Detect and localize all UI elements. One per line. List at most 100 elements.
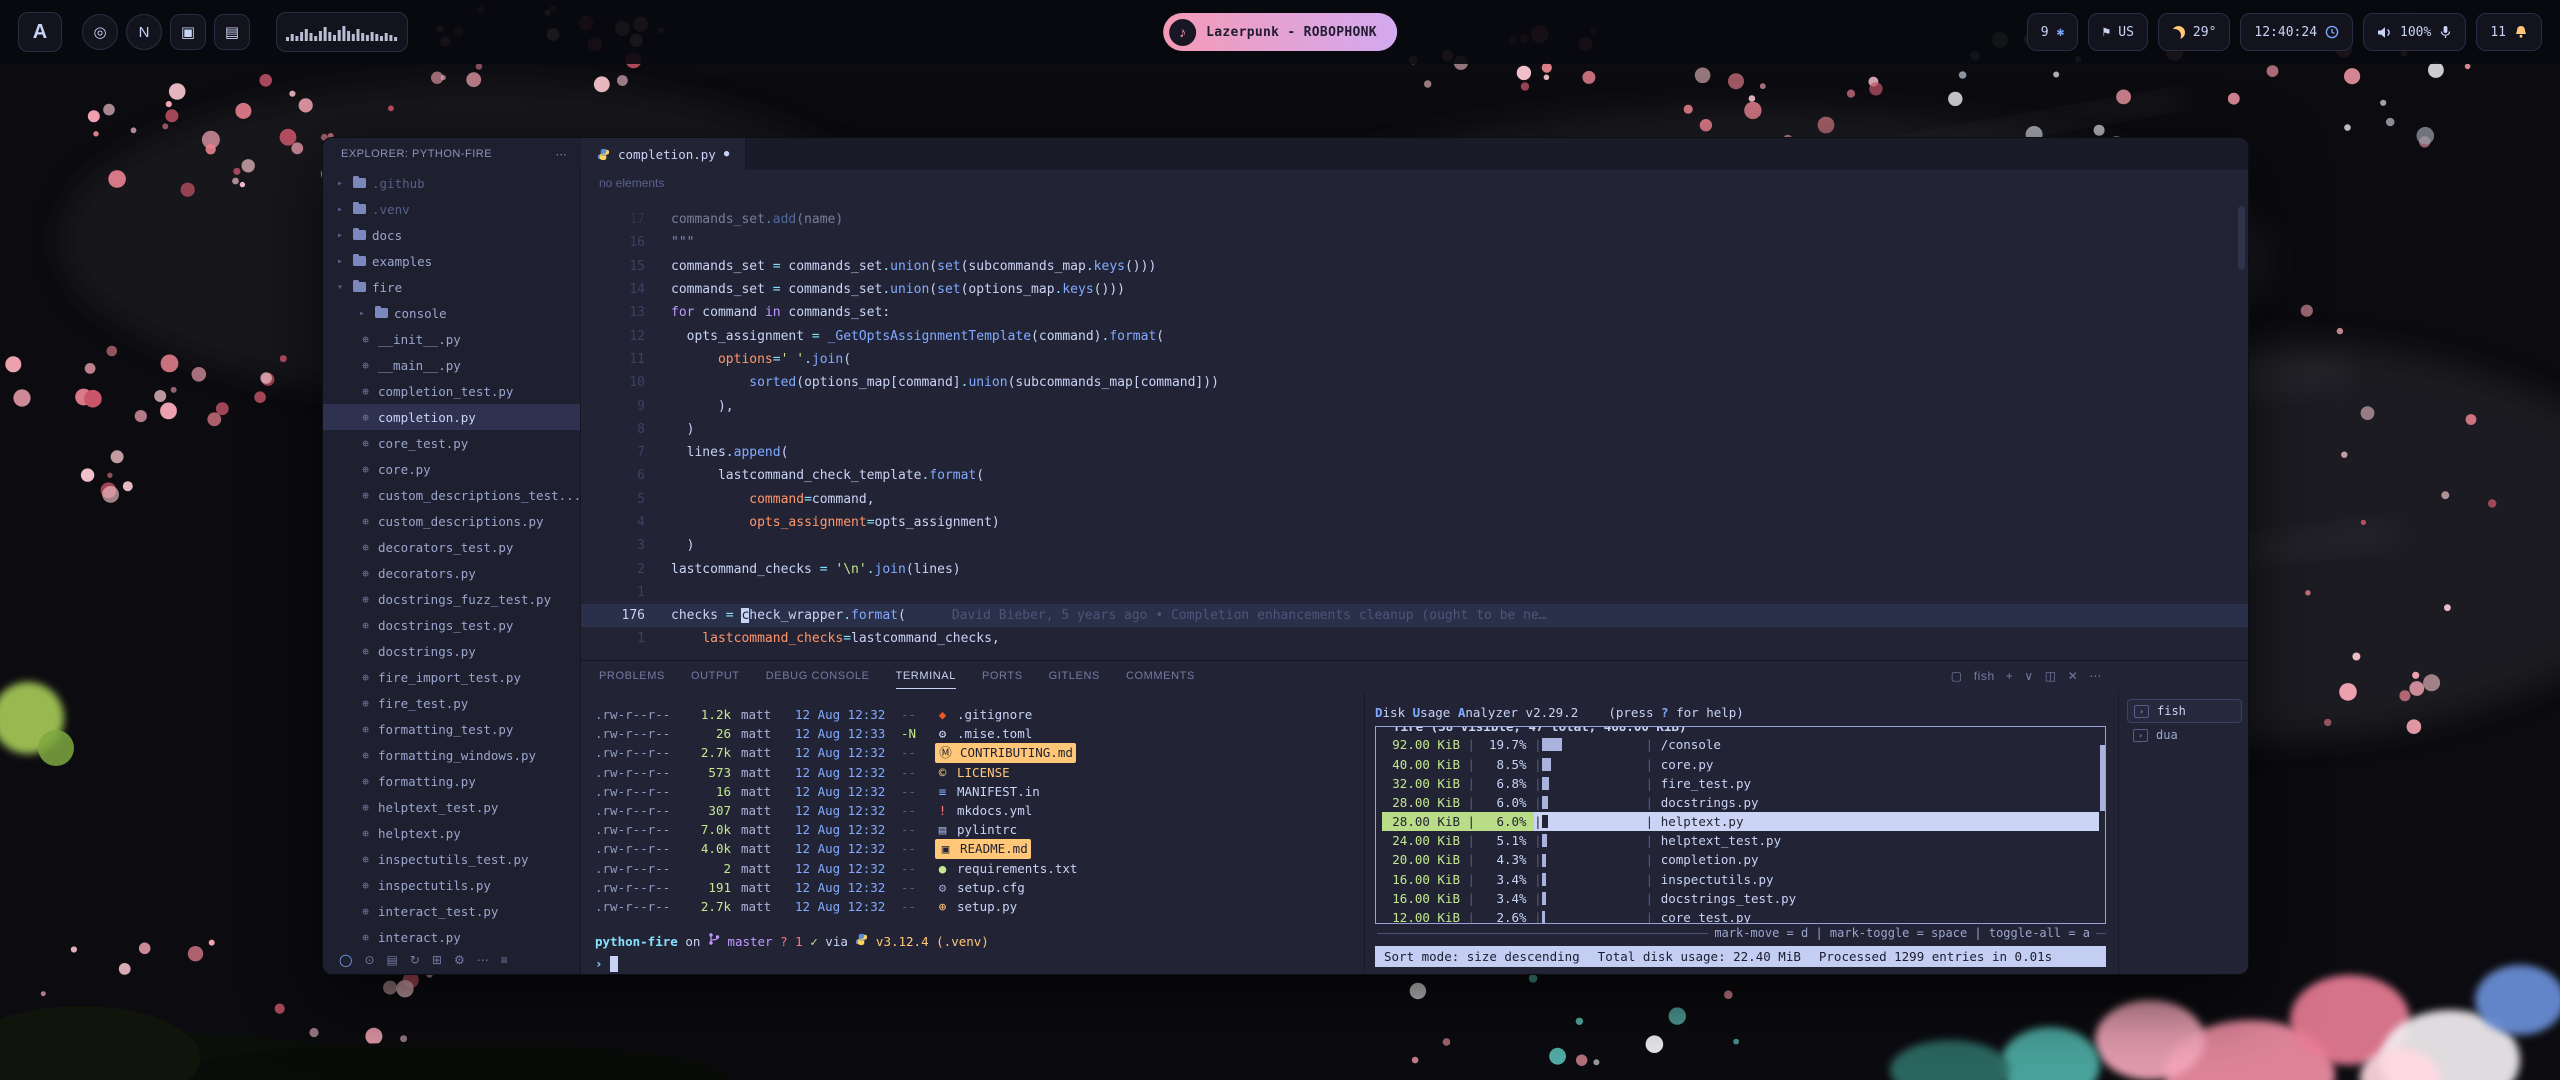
panel-tab-debug-console[interactable]: DEBUG CONSOLE (766, 670, 870, 682)
tree-item-fire[interactable]: ▾fire (323, 274, 580, 300)
tree-item-formatting-py[interactable]: ⊕formatting.py (323, 768, 580, 794)
remote-window-icon[interactable]: ◯ (339, 953, 352, 967)
notifications-widget[interactable]: 11 (2476, 13, 2542, 51)
clock-icon (2325, 25, 2339, 39)
terminal-file-row: .rw-r--r--191matt12 Aug 12:32--⚙setup.cf… (595, 878, 1364, 897)
editor-scrollbar[interactable] (2238, 206, 2245, 270)
dua-row--console[interactable]: 92.00 KiB | 19.7% || /console (1382, 735, 2099, 754)
tree-item--github[interactable]: ▸.github (323, 170, 580, 196)
panel-tab-gitlens[interactable]: GITLENS (1049, 670, 1100, 682)
code-line: 176checks = check_wrapper.format(David B… (581, 604, 2248, 627)
line-number: 1 (581, 585, 645, 600)
split-terminal-icon[interactable]: ◫ (2045, 669, 2057, 683)
python-file-icon: ⊕ (359, 697, 372, 710)
breadcrumb[interactable]: no elements (581, 170, 2248, 196)
files-app-icon[interactable]: ▤ (214, 14, 250, 50)
tree-item-console[interactable]: ▸console (323, 300, 580, 326)
moon-icon (2172, 26, 2185, 39)
tree-item--main-py[interactable]: ⊕__main__.py (323, 352, 580, 378)
tree-item-inspectutils-test-py[interactable]: ⊕inspectutils_test.py (323, 846, 580, 872)
tree-item-custom-descriptions-test-[interactable]: ⊕custom_descriptions_test... (323, 482, 580, 508)
search-icon[interactable]: ⊙ (364, 953, 374, 967)
more-actions-icon[interactable]: ⋯ (2089, 669, 2102, 683)
browser-icon[interactable]: ◎ (82, 14, 118, 50)
tree-item-formatting-test-py[interactable]: ⊕formatting_test.py (323, 716, 580, 742)
tree-item-decorators-py[interactable]: ⊕decorators.py (323, 560, 580, 586)
dua-status-segment: Sort mode: size descending (1384, 947, 1580, 966)
new-terminal-icon[interactable]: + (2006, 669, 2014, 683)
dua-row-completion-py[interactable]: 20.00 KiB | 4.3% || completion.py (1382, 850, 2099, 869)
tree-item-docstrings-py[interactable]: ⊕docstrings.py (323, 638, 580, 664)
tree-item-fire-import-test-py[interactable]: ⊕fire_import_test.py (323, 664, 580, 690)
dua-row-helptext-test-py[interactable]: 24.00 KiB | 5.1% || helptext_test.py (1382, 831, 2099, 850)
panel-tab-terminal[interactable]: TERMINAL (896, 670, 956, 689)
clock-widget[interactable]: 12:40:24 (2240, 13, 2353, 51)
panel-tab-comments[interactable]: COMMENTS (1126, 670, 1195, 682)
explorer-more-icon[interactable]: ⋯ (556, 148, 568, 161)
tree-item-helptext-py[interactable]: ⊕helptext.py (323, 820, 580, 846)
terminal-box-icon[interactable]: ▢ (1951, 669, 1963, 683)
tab-completion-py[interactable]: completion.py ● (581, 138, 746, 170)
tree-item-helptext-test-py[interactable]: ⊕helptext_test.py (323, 794, 580, 820)
tree-item-docstrings-test-py[interactable]: ⊕docstrings_test.py (323, 612, 580, 638)
tree-item--init-py[interactable]: ⊕__init__.py (323, 326, 580, 352)
menu-icon[interactable]: ≡ (501, 953, 508, 967)
tree-item-formatting-windows-py[interactable]: ⊕formatting_windows.py (323, 742, 580, 768)
tree-item-completion-py[interactable]: ⊕completion.py (323, 404, 580, 430)
explorer-icon[interactable]: ▤ (387, 953, 398, 967)
terminal-tab-fish[interactable]: ›fish (2127, 699, 2242, 723)
dua-row-docstrings-py[interactable]: 28.00 KiB | 6.0% || docstrings.py (1382, 793, 2099, 812)
terminal-pane[interactable]: .rw-r--r--1.2kmatt12 Aug 12:32--◆.gitign… (581, 691, 1364, 974)
python-icon (855, 933, 868, 946)
tree-item-examples[interactable]: ▸examples (323, 248, 580, 274)
panel-tab-ports[interactable]: PORTS (982, 670, 1023, 682)
tree-item-core-py[interactable]: ⊕core.py (323, 456, 580, 482)
tree-item-docstrings-fuzz-test-py[interactable]: ⊕docstrings_fuzz_test.py (323, 586, 580, 612)
dua-row-core-test-py[interactable]: 12.00 KiB | 2.6% || core_test.py (1382, 908, 2099, 924)
code-editor-window: EXPLORER: PYTHON-FIRE ⋯ completion.py ● … (322, 137, 2249, 975)
terminal-tab-label: dua (2156, 728, 2178, 742)
dua-row-docstrings-test-py[interactable]: 16.00 KiB | 3.4% || docstrings_test.py (1382, 889, 2099, 908)
media-player-widget[interactable]: ♪ Lazerpunk - ROBOPHONK (1163, 13, 1397, 51)
updates-icon: ✱ (2057, 25, 2065, 40)
tree-item-custom-descriptions-py[interactable]: ⊕custom_descriptions.py (323, 508, 580, 534)
explorer-title: EXPLORER: PYTHON-FIRE (341, 148, 492, 160)
volume-widget[interactable]: 100% (2363, 13, 2466, 51)
tree-item-interact-py[interactable]: ⊕interact.py (323, 924, 580, 946)
more-icon[interactable]: ⋯ (477, 953, 489, 967)
tree-item-core-test-py[interactable]: ⊕core_test.py (323, 430, 580, 456)
tree-item-fire-test-py[interactable]: ⊕fire_test.py (323, 690, 580, 716)
disk-usage-pane[interactable]: Disk Usage Analyzer v2.29.2 (press ? for… (1364, 691, 2118, 974)
dua-file-list[interactable]: fire (38 visible, 47 total, 468.00 KiB) … (1375, 726, 2106, 923)
dua-row-inspectutils-py[interactable]: 16.00 KiB | 3.4% || inspectutils.py (1382, 870, 2099, 889)
code-line: 16""" (581, 231, 2248, 254)
n-app-icon[interactable]: N (126, 14, 162, 50)
shell-input-line[interactable]: › (595, 954, 1364, 973)
dua-row-core-py[interactable]: 40.00 KiB | 8.5% || core.py (1382, 755, 2099, 774)
sync-icon[interactable]: ↻ (410, 953, 420, 967)
dua-scrollbar[interactable] (2100, 745, 2105, 811)
dropdown-icon[interactable]: ∨ (2024, 669, 2033, 683)
launcher-button[interactable]: A (18, 12, 62, 52)
terminal-app-icon[interactable]: ▣ (170, 14, 206, 50)
chevron-right-icon: ▸ (337, 178, 347, 189)
terminal-tab-dua[interactable]: ›dua (2127, 723, 2242, 747)
dua-row-fire-test-py[interactable]: 32.00 KiB | 6.8% || fire_test.py (1382, 774, 2099, 793)
dua-row-helptext-py[interactable]: 28.00 KiB | 6.0% || helptext.py (1382, 812, 2099, 831)
tree-item-interact-test-py[interactable]: ⊕interact_test.py (323, 898, 580, 924)
keyboard-layout-widget[interactable]: ⚑ US (2088, 13, 2147, 51)
tree-item--venv[interactable]: ▸.venv (323, 196, 580, 222)
tree-item-docs[interactable]: ▸docs (323, 222, 580, 248)
weather-widget[interactable]: 29° (2158, 13, 2230, 51)
code-text: ), (671, 399, 734, 414)
tree-item-inspectutils-py[interactable]: ⊕inspectutils.py (323, 872, 580, 898)
updates-widget[interactable]: 9 ✱ (2027, 13, 2079, 51)
kill-terminal-icon[interactable]: ✕ (2068, 669, 2079, 683)
tree-item-decorators-test-py[interactable]: ⊕decorators_test.py (323, 534, 580, 560)
panel-tab-output[interactable]: OUTPUT (691, 670, 740, 682)
panel-tab-problems[interactable]: PROBLEMS (599, 670, 665, 682)
code-editor[interactable]: 17commands_set.add(name)16"""15commands_… (581, 196, 2248, 660)
settings-gear-icon[interactable]: ⚙ (454, 953, 465, 967)
tree-item-completion-test-py[interactable]: ⊕completion_test.py (323, 378, 580, 404)
extensions-icon[interactable]: ⊞ (432, 953, 442, 967)
